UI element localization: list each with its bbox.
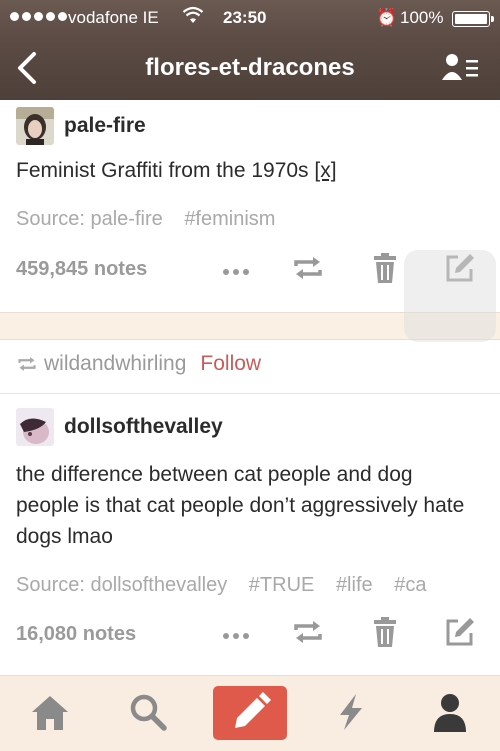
tag[interactable]: #feminism bbox=[184, 208, 275, 230]
tag[interactable]: #life bbox=[336, 574, 373, 596]
avatar[interactable] bbox=[16, 107, 54, 145]
notes-count[interactable]: 459,845 notes bbox=[16, 258, 147, 281]
divider bbox=[0, 393, 500, 394]
more-options-icon[interactable] bbox=[220, 620, 252, 652]
reblog-icon bbox=[18, 357, 36, 371]
post-text: Feminist Graffiti from the 1970s bbox=[16, 159, 309, 182]
touch-highlight bbox=[404, 250, 496, 342]
header: vodafone IE 23:50 ⏰ 100% flores-et-draco… bbox=[0, 0, 500, 100]
clock: 23:50 bbox=[223, 8, 267, 27]
post-username[interactable]: pale-fire bbox=[64, 114, 146, 138]
post-body: Feminist Graffiti from the 1970s [x] bbox=[16, 155, 486, 186]
reblog-icon[interactable] bbox=[292, 252, 324, 284]
source-label[interactable]: Source: dollsofthevalley bbox=[16, 574, 227, 596]
battery-icon bbox=[452, 11, 494, 27]
tag[interactable]: #TRUE bbox=[249, 574, 315, 596]
compose-button[interactable] bbox=[213, 686, 287, 740]
reblogged-from-username[interactable]: wildandwhirling bbox=[44, 352, 186, 376]
reblog-attribution: wildandwhirling Follow bbox=[16, 352, 261, 376]
wifi-icon bbox=[182, 6, 204, 23]
tab-bar bbox=[0, 675, 500, 751]
activity-icon[interactable] bbox=[326, 688, 374, 736]
post-username[interactable]: dollsofthevalley bbox=[64, 415, 223, 439]
carrier-name: vodafone IE bbox=[68, 8, 159, 27]
reblog-icon[interactable] bbox=[292, 616, 324, 648]
alarm-icon: ⏰ bbox=[376, 8, 398, 27]
more-options-icon[interactable] bbox=[220, 256, 252, 288]
signal-icon bbox=[10, 12, 67, 21]
edit-icon[interactable] bbox=[444, 616, 476, 648]
page-title: flores-et-dracones bbox=[145, 54, 355, 81]
status-bar: vodafone IE 23:50 ⏰ 100% bbox=[0, 0, 500, 36]
post-tags: Source: dollsofthevalley #TRUE #life #ca bbox=[16, 574, 500, 597]
home-icon[interactable] bbox=[26, 688, 74, 736]
user-list-icon[interactable] bbox=[442, 52, 482, 82]
compose-icon bbox=[235, 692, 271, 728]
search-icon[interactable] bbox=[124, 688, 172, 736]
source-link[interactable]: [x] bbox=[314, 159, 336, 182]
post-text: the difference between cat people and do… bbox=[16, 463, 465, 548]
tag[interactable]: #ca bbox=[394, 574, 426, 596]
account-icon[interactable] bbox=[426, 688, 474, 736]
post-tags: Source: pale-fire #feminism bbox=[16, 208, 500, 231]
source-label[interactable]: Source: pale-fire bbox=[16, 208, 163, 230]
follow-button[interactable]: Follow bbox=[200, 352, 261, 376]
battery-percent: 100% bbox=[400, 8, 444, 27]
avatar[interactable] bbox=[16, 408, 54, 446]
notes-count[interactable]: 16,080 notes bbox=[16, 623, 136, 646]
trash-icon[interactable] bbox=[369, 252, 401, 284]
trash-icon[interactable] bbox=[369, 616, 401, 648]
